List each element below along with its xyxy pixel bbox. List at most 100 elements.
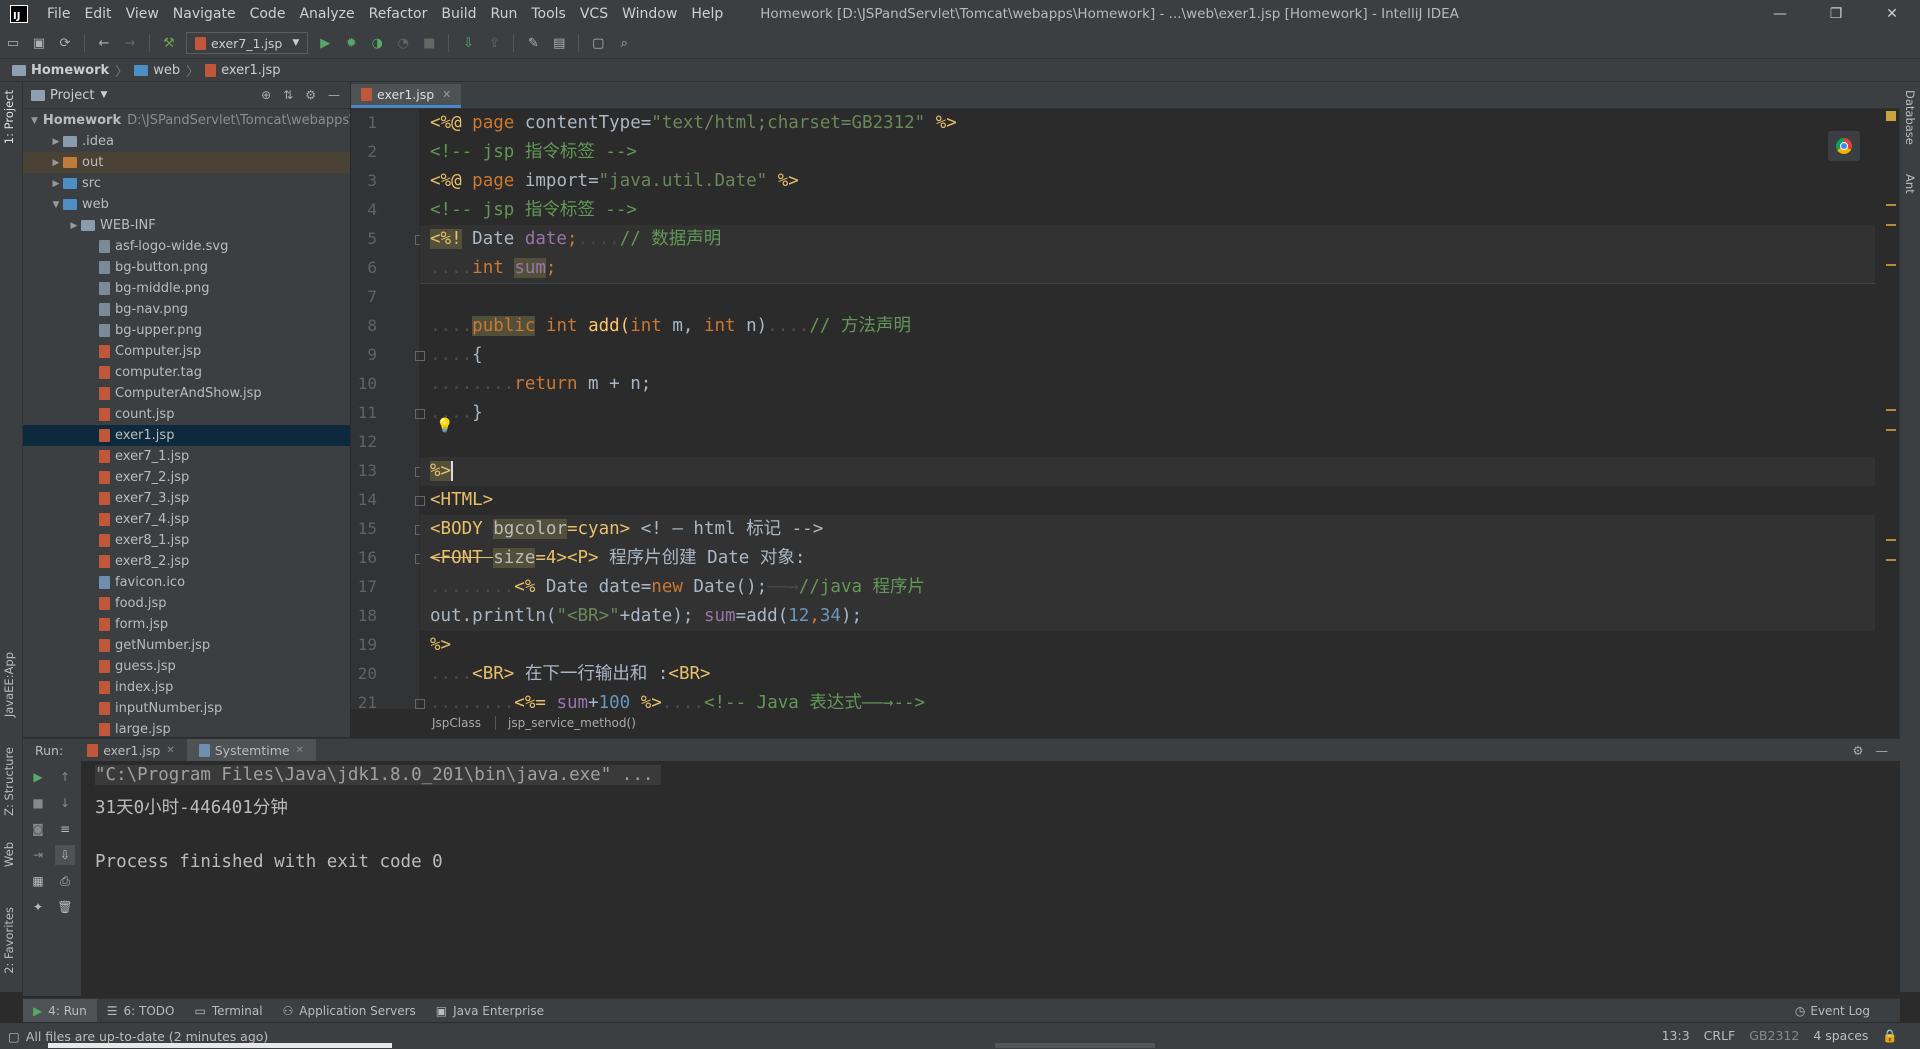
stripe-mark[interactable] bbox=[1886, 429, 1896, 431]
status-toggle-icon[interactable]: ▢ bbox=[8, 1029, 20, 1044]
down-icon[interactable]: ↓ bbox=[55, 793, 75, 813]
tree-item[interactable]: asf-logo-wide.svg bbox=[23, 236, 350, 257]
stripe-mark[interactable] bbox=[1886, 264, 1896, 266]
layout-icon[interactable]: ▦ bbox=[28, 871, 48, 891]
intention-bulb-icon[interactable]: 💡 bbox=[436, 418, 453, 434]
indent-setting[interactable]: 4 spaces bbox=[1813, 1028, 1868, 1044]
tree-item[interactable]: form.jsp bbox=[23, 614, 350, 635]
crumb-jspclass[interactable]: JspClass bbox=[420, 716, 481, 730]
tree-item[interactable]: exer7_2.jsp bbox=[23, 467, 350, 488]
tree-item[interactable]: ▶ src bbox=[23, 173, 350, 194]
tree-item[interactable]: exer1.jsp bbox=[23, 425, 350, 446]
project-tool-tab[interactable]: 1: Project bbox=[2, 90, 16, 144]
presentation-icon[interactable]: ▢ bbox=[587, 32, 609, 54]
database-tool-tab[interactable]: Database bbox=[1903, 90, 1917, 145]
restore-icon[interactable]: ❐ bbox=[1808, 0, 1864, 28]
scroll-to-end-icon[interactable]: ⇩ bbox=[55, 845, 75, 865]
collapse-arrow-icon[interactable]: ▶ bbox=[49, 137, 63, 147]
trash-icon[interactable]: 🗑 bbox=[55, 897, 75, 917]
camera-icon[interactable]: ◙ bbox=[28, 819, 48, 839]
open-folder-icon[interactable]: ▭ bbox=[2, 32, 24, 54]
project-structure-icon[interactable]: ▤ bbox=[548, 32, 570, 54]
menu-code[interactable]: Code bbox=[243, 6, 293, 22]
code-editor[interactable]: <%@ page contentType="text/html;charset=… bbox=[420, 109, 1875, 709]
crumb-method[interactable]: jsp_service_method() bbox=[494, 716, 636, 730]
sync-icon[interactable]: ⟳ bbox=[54, 32, 76, 54]
tree-item[interactable]: bg-upper.png bbox=[23, 320, 350, 341]
run-tab-systemtime[interactable]: Systemtime ✕ bbox=[186, 739, 316, 761]
gear-icon[interactable]: ⚙ bbox=[305, 88, 316, 102]
breadcrumb-web[interactable]: web bbox=[130, 63, 184, 78]
hide-icon[interactable]: — bbox=[328, 88, 340, 102]
close-icon[interactable]: ✕ bbox=[1864, 0, 1920, 28]
tree-item[interactable]: ▼ web bbox=[23, 194, 350, 215]
tree-item[interactable]: computer.tag bbox=[23, 362, 350, 383]
menu-refactor[interactable]: Refactor bbox=[362, 6, 435, 22]
menu-navigate[interactable]: Navigate bbox=[166, 6, 243, 22]
collapse-arrow-icon[interactable]: ▶ bbox=[49, 158, 63, 168]
javaee-tool-tab[interactable]: JavaEE:App bbox=[2, 652, 16, 717]
close-tab-icon[interactable]: ✕ bbox=[166, 745, 174, 756]
stripe-mark[interactable] bbox=[1886, 204, 1896, 206]
tool-tab-todo[interactable]: ☰ 6: TODO bbox=[97, 999, 185, 1023]
tree-item[interactable]: Computer.jsp bbox=[23, 341, 350, 362]
run-console[interactable]: "C:\Program Files\Java\jdk1.8.0_201\bin\… bbox=[82, 761, 1900, 996]
tree-item[interactable]: exer7_1.jsp bbox=[23, 446, 350, 467]
stripe-mark[interactable] bbox=[1886, 539, 1896, 541]
analysis-status-icon[interactable] bbox=[1886, 111, 1896, 121]
tool-tab-terminal[interactable]: ▭ Terminal bbox=[184, 999, 272, 1023]
tree-item[interactable]: bg-nav.png bbox=[23, 299, 350, 320]
caret-position[interactable]: 13:3 bbox=[1662, 1028, 1690, 1044]
tree-item[interactable]: exer8_2.jsp bbox=[23, 551, 350, 572]
menu-window[interactable]: Window bbox=[615, 6, 684, 22]
menu-analyze[interactable]: Analyze bbox=[292, 6, 361, 22]
tree-root[interactable]: ▼ Homework D:\JSPandServlet\Tomcat\webap… bbox=[23, 110, 350, 131]
close-tab-icon[interactable]: ✕ bbox=[442, 88, 451, 101]
debug-icon[interactable]: ✹ bbox=[340, 32, 362, 54]
soft-wrap-icon[interactable]: ≡ bbox=[55, 819, 75, 839]
settings-wrench-icon[interactable]: ✎ bbox=[522, 32, 544, 54]
menu-file[interactable]: File bbox=[40, 6, 77, 22]
back-icon[interactable]: ← bbox=[93, 32, 115, 54]
tree-item[interactable]: ▶ out bbox=[23, 152, 350, 173]
up-icon[interactable]: ↑ bbox=[55, 767, 75, 787]
lock-icon[interactable]: 🔒 bbox=[1882, 1028, 1898, 1044]
tool-tab-app-servers[interactable]: ⚇ Application Servers bbox=[273, 999, 426, 1023]
tree-item[interactable]: large.jsp bbox=[23, 719, 350, 737]
search-icon[interactable]: ⌕ bbox=[613, 32, 635, 54]
collapse-arrow-icon[interactable]: ▶ bbox=[67, 221, 81, 231]
run-icon[interactable]: ▶ bbox=[314, 32, 336, 54]
menu-view[interactable]: View bbox=[119, 6, 166, 22]
event-log-button[interactable]: ◷ Event Log bbox=[1785, 999, 1900, 1023]
profile-icon[interactable]: ◔ bbox=[392, 32, 414, 54]
expand-arrow-icon[interactable]: ▼ bbox=[49, 200, 63, 210]
tree-item[interactable]: ▶ WEB-INF bbox=[23, 215, 350, 236]
collapse-arrow-icon[interactable]: ▶ bbox=[49, 179, 63, 189]
tree-item[interactable]: bg-button.png bbox=[23, 257, 350, 278]
chevron-down-icon[interactable]: ▼ bbox=[100, 90, 107, 100]
editor-tab-exer1[interactable]: exer1.jsp ✕ bbox=[351, 84, 462, 108]
tree-item[interactable]: exer7_4.jsp bbox=[23, 509, 350, 530]
menu-edit[interactable]: Edit bbox=[77, 6, 118, 22]
expand-arrow-icon[interactable]: ▼ bbox=[31, 116, 38, 126]
tree-item[interactable]: favicon.ico bbox=[23, 572, 350, 593]
breadcrumb-file[interactable]: exer1.jsp bbox=[201, 63, 284, 78]
file-encoding[interactable]: GB2312 bbox=[1749, 1028, 1799, 1044]
locate-icon[interactable]: ⊕ bbox=[261, 88, 271, 102]
tree-item[interactable]: exer7_3.jsp bbox=[23, 488, 350, 509]
stripe-mark[interactable] bbox=[1886, 224, 1896, 226]
coverage-icon[interactable]: ◑ bbox=[366, 32, 388, 54]
restore-layout-icon[interactable]: ⇥ bbox=[28, 845, 48, 865]
ant-tool-tab[interactable]: Ant bbox=[1903, 174, 1917, 194]
collapse-icon[interactable]: ⇅ bbox=[283, 88, 293, 102]
menu-help[interactable]: Help bbox=[684, 6, 730, 22]
run-config-select[interactable]: exer7_1.jsp ▼ bbox=[186, 32, 309, 54]
forward-icon[interactable]: → bbox=[119, 32, 141, 54]
tree-item[interactable]: count.jsp bbox=[23, 404, 350, 425]
favorites-tool-tab[interactable]: 2: Favorites bbox=[2, 907, 16, 974]
build-hammer-icon[interactable]: ⚒ bbox=[158, 32, 180, 54]
pin-icon[interactable]: ✦ bbox=[28, 897, 48, 917]
stop-icon[interactable]: ■ bbox=[418, 32, 440, 54]
print-icon[interactable]: ⎙ bbox=[55, 871, 75, 891]
tool-tab-java-enterprise[interactable]: ▣ Java Enterprise bbox=[426, 999, 554, 1023]
